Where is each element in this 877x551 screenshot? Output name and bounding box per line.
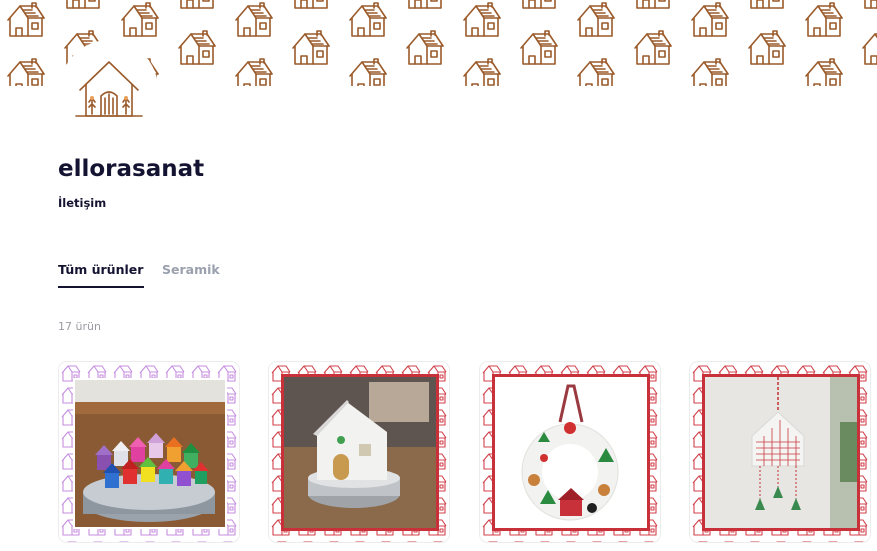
product-card[interactable] (689, 361, 871, 543)
product-card[interactable] (479, 361, 661, 543)
product-image (269, 362, 449, 542)
tab-all-products[interactable]: Tüm ürünler (58, 262, 145, 288)
contact-link[interactable]: İletişim (58, 196, 106, 210)
product-card[interactable] (58, 361, 240, 543)
product-image (690, 362, 870, 542)
product-count: 17 ürün (58, 320, 101, 333)
shop-logo[interactable] (60, 40, 158, 138)
product-image (59, 362, 239, 542)
tab-ceramic[interactable]: Seramik (162, 262, 220, 277)
house-logo-icon (75, 61, 143, 117)
product-card[interactable] (268, 361, 450, 543)
shop-name: ellorasanat (58, 156, 205, 182)
product-image (480, 362, 660, 542)
